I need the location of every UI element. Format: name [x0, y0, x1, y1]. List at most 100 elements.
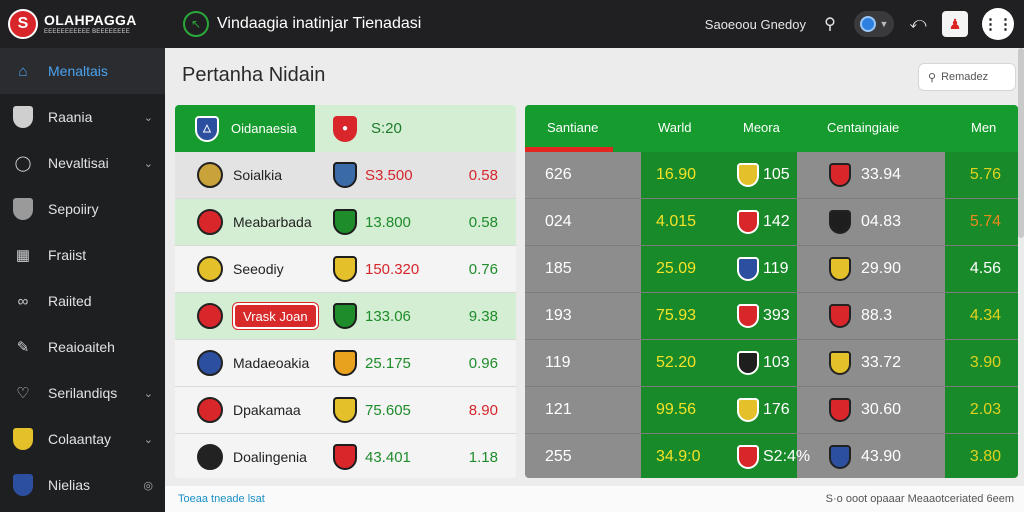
logo-text: OLAHPAGGA EEEEEEEEEEE BEEEEEEEE — [44, 13, 137, 35]
scrollbar[interactable] — [1018, 48, 1024, 238]
team-crest-icon — [197, 350, 223, 376]
cell-value: 33.72 — [861, 354, 902, 371]
team-name[interactable]: Doalingenia — [233, 449, 307, 465]
row-value: 25.175 — [365, 354, 411, 372]
shield-icon — [12, 106, 34, 128]
sidebar-item-nielias[interactable]: Nielias ◎ — [0, 462, 165, 508]
location-pin-icon[interactable]: ⚲ — [820, 14, 840, 34]
team-crest-icon — [197, 303, 223, 329]
team-name-highlight[interactable]: Vrask Joan — [233, 303, 318, 329]
pencil-icon: ✎ — [16, 339, 30, 356]
back-arrow-icon[interactable]: ↖ — [183, 11, 209, 37]
highlight-cell: 34.9:0 S2:4% — [641, 434, 810, 478]
header-value-cell[interactable]: ● S:20 — [315, 105, 516, 152]
table-row[interactable]: Doalingenia 43.401 1.18 — [175, 434, 516, 478]
row-rank: 024 — [545, 213, 572, 230]
team-crest-icon — [737, 210, 759, 234]
app-logo[interactable]: S OLAHPAGGA EEEEEEEEEEE BEEEEEEEE — [0, 0, 165, 48]
team-crest-icon: △ — [195, 115, 219, 142]
col-header[interactable]: Santiane — [547, 120, 598, 135]
sidebar-item-label: Fraiist — [48, 247, 87, 263]
logo-title: OLAHPAGGA — [44, 12, 137, 28]
table-row[interactable]: Madaeoakia 25.175 0.96 — [175, 340, 516, 387]
header-team-label: Oidanaesia — [231, 121, 297, 136]
team-name[interactable]: Seeodiy — [233, 261, 284, 277]
radio-icon[interactable]: ◎ — [143, 479, 153, 492]
table-row[interactable]: Vrask Joan 133.06 9.38 — [175, 293, 516, 340]
share-icon[interactable]: ⤺ — [908, 15, 928, 33]
sidebar-item-nevaltisai[interactable]: ◯ Nevaltisai ⌄ — [0, 140, 165, 186]
highlight-cell: 4.015 142 — [641, 199, 797, 245]
team-crest-icon — [333, 350, 357, 376]
crest-shape — [333, 303, 357, 329]
user-name[interactable]: Saoeoou Gnedoy — [705, 17, 806, 32]
sidebar-item-label: Raania — [48, 109, 93, 125]
row-number: 0.76 — [468, 260, 498, 278]
table-row[interactable]: Dpakamaa 75.605 8.90 — [175, 387, 516, 434]
chevron-down-icon: ▼ — [879, 19, 889, 29]
search-input[interactable]: ⚲ Remadez — [918, 63, 1016, 91]
team-name[interactable]: Dpakamaa — [233, 402, 301, 418]
table-row[interactable]: 255 34.9:0 S2:4% 43.90 3.80 — [525, 434, 1018, 478]
row-number: 9.38 — [468, 307, 498, 325]
apps-grid-icon[interactable]: ⋮⋮ — [982, 8, 1014, 40]
cell-value: 34.9:0 — [656, 448, 701, 465]
crest-shape — [197, 256, 223, 282]
team-crest-icon — [829, 398, 851, 422]
highlight-cell: 16.90 105 — [641, 152, 797, 198]
sidebar-item-reaioaiteh[interactable]: ✎ Reaioaiteh — [0, 324, 165, 370]
team-crest-icon — [197, 162, 223, 188]
team-crest-icon — [829, 257, 851, 281]
col-header[interactable]: Men — [971, 120, 996, 135]
row-number: 8.90 — [468, 401, 498, 419]
team-crest-icon: ● — [333, 115, 357, 142]
row-rank: 193 — [545, 307, 572, 324]
highlight-cell: 99.56 176 — [641, 387, 797, 433]
language-selector[interactable]: ▼ — [854, 11, 894, 37]
crest-shape — [333, 209, 357, 235]
crest-shape — [197, 162, 223, 188]
table-row[interactable]: 119 52.20 103 33.72 3.90 — [525, 340, 1018, 387]
mid-cell: 33.94 — [797, 152, 945, 198]
team-crest-icon — [197, 444, 223, 470]
row-value: 13.800 — [365, 213, 411, 231]
cell-value: 3.90 — [969, 354, 1001, 371]
cell-value: 4.015 — [656, 213, 697, 230]
team-crest-icon — [333, 162, 357, 188]
team-name[interactable]: Meabarbada — [233, 214, 312, 230]
table-row[interactable]: Seeodiy 150.320 0.76 — [175, 246, 516, 293]
table-row[interactable]: 121 99.56 176 30.60 2.03 — [525, 387, 1018, 434]
crest-shape — [197, 397, 223, 423]
team-name[interactable]: Soialkia — [233, 167, 282, 183]
team-name[interactable]: Madaeoakia — [233, 355, 309, 371]
row-rank: 255 — [545, 448, 572, 465]
table-row[interactable]: Meabarbada 13.800 0.58 — [175, 199, 516, 246]
col-header[interactable]: Meora — [743, 120, 780, 135]
player-avatar-icon[interactable]: ♟ — [942, 11, 968, 37]
row-rank: 121 — [545, 401, 572, 418]
sidebar-item-raania[interactable]: Raania ⌄ — [0, 94, 165, 140]
col-header[interactable]: Centaingiaie — [827, 120, 899, 135]
footer: Toeaa tneade lsat S·o ooot opaaar Meaaot… — [165, 486, 1024, 512]
row-value: S3.500 — [365, 166, 413, 184]
header-team-cell[interactable]: △ Oidanaesia — [175, 105, 315, 152]
sidebar-item-raiited[interactable]: ∞ Raiited — [0, 278, 165, 324]
table-row[interactable]: 024 4.015 142 04.83 5.74 — [525, 199, 1018, 246]
highlight-cell: 3.80 — [945, 434, 1018, 478]
sidebar-item-serilandiqs[interactable]: ♡ Serilandiqs ⌄ — [0, 370, 165, 416]
table-row[interactable]: Soialkia S3.500 0.58 — [175, 152, 516, 199]
mid-cell: 33.72 — [797, 340, 945, 386]
app-title: Vindaagia inatinjar Tienadasi — [217, 15, 422, 32]
table-row[interactable]: 193 75.93 393 88.3 4.34 — [525, 293, 1018, 340]
sidebar-item-colaantay[interactable]: Colaantay ⌄ — [0, 416, 165, 462]
footer-link[interactable]: Toeaa tneade lsat — [178, 493, 265, 505]
table-row[interactable]: 185 25.09 119 29.90 4.56 — [525, 246, 1018, 293]
sidebar-item-fraiist[interactable]: ▦ Fraiist — [0, 232, 165, 278]
row-rank: 185 — [545, 260, 572, 277]
row-value: 75.605 — [365, 401, 411, 419]
cell-value: 04.83 — [861, 213, 902, 230]
sidebar-item-sepoiiry[interactable]: Sepoiiry — [0, 186, 165, 232]
table-row[interactable]: 626 16.90 105 33.94 5.76 — [525, 152, 1018, 199]
sidebar-item-menaltais[interactable]: ⌂ Menaltais — [0, 48, 165, 94]
col-header[interactable]: Warld — [658, 120, 691, 135]
